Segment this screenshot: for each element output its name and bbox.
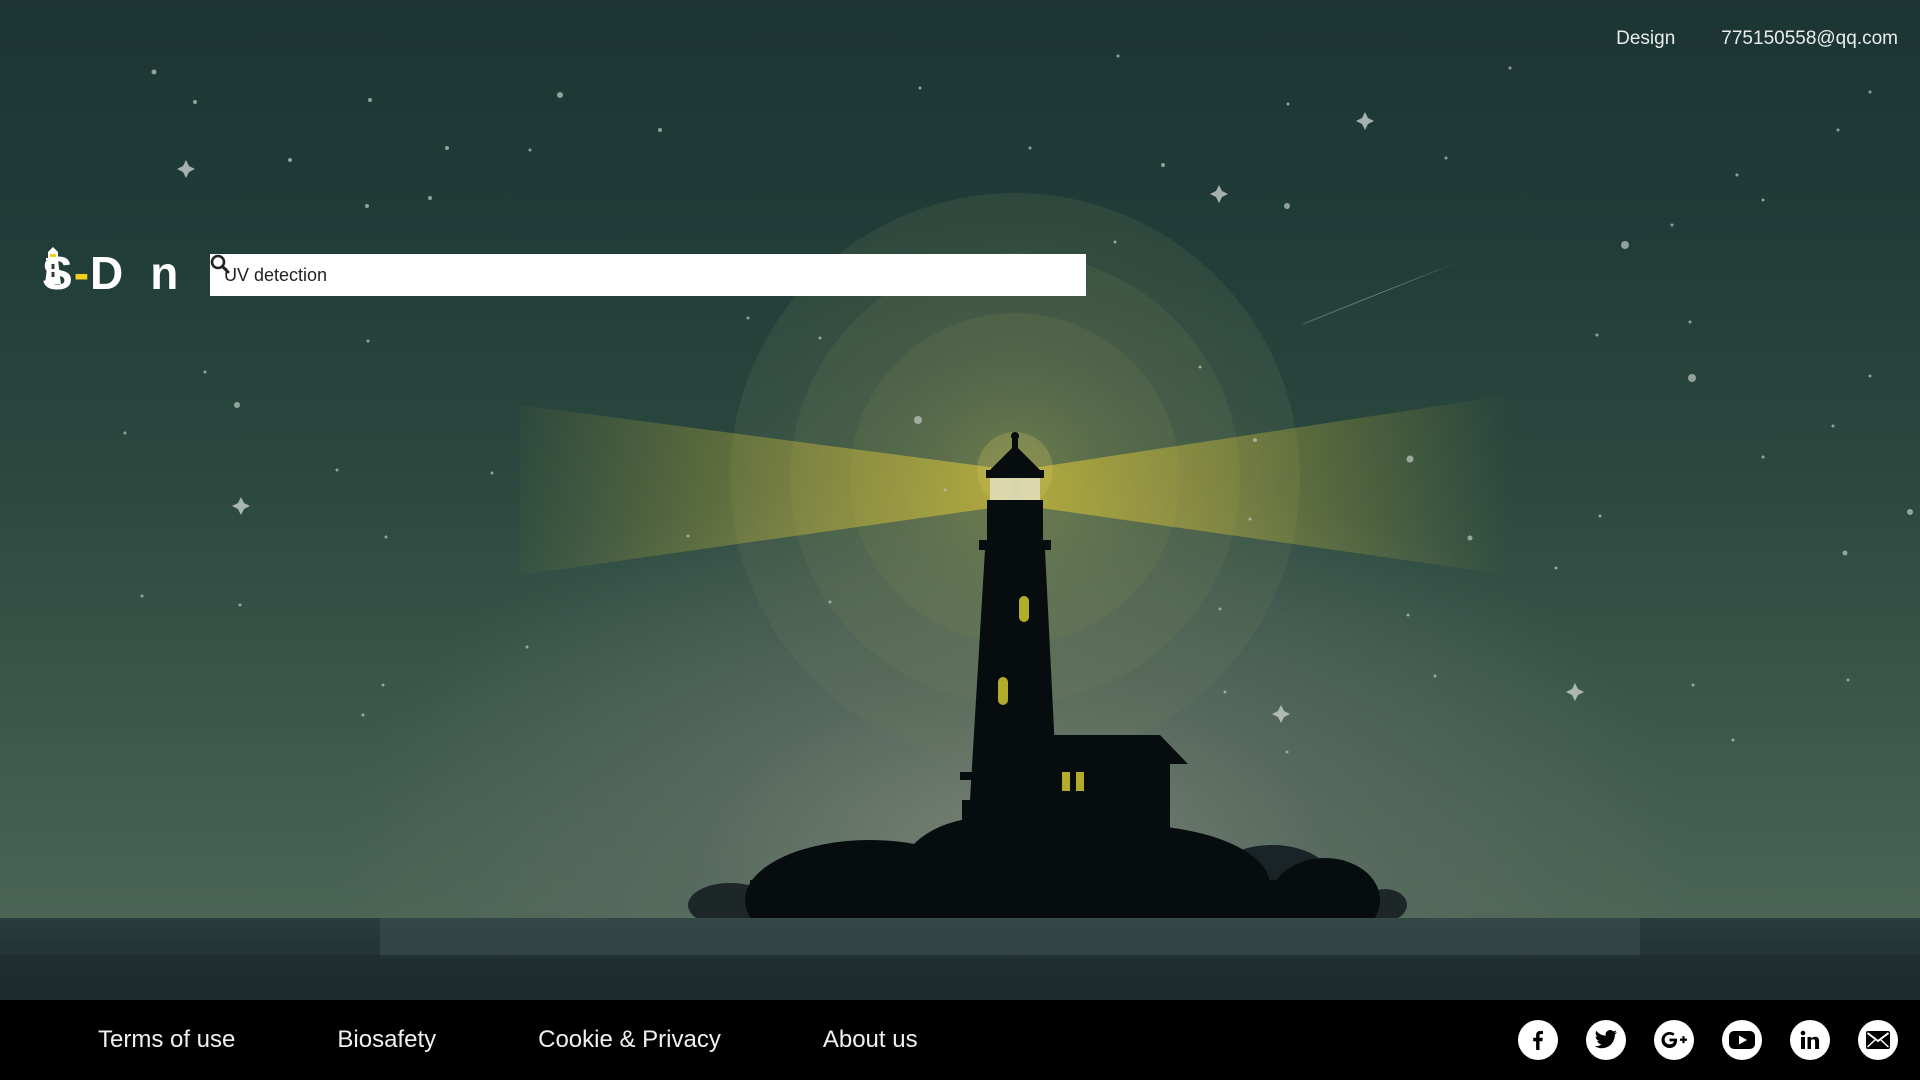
logo-letter-d: D <box>90 247 125 299</box>
youtube-icon[interactable] <box>1722 1020 1762 1060</box>
footer-about-link[interactable]: About us <box>823 1026 918 1054</box>
search-bar <box>210 254 1086 296</box>
twitter-icon[interactable] <box>1586 1020 1626 1060</box>
google-plus-icon[interactable] <box>1654 1020 1694 1060</box>
facebook-icon[interactable] <box>1518 1020 1558 1060</box>
logo-letter-n: n <box>150 247 180 299</box>
hero-background: Design 775150558@qq.com S - D n <box>0 0 1920 1000</box>
page: Design 775150558@qq.com S - D n <box>0 0 1920 1080</box>
search-button[interactable] <box>210 254 1086 295</box>
nav-email-link[interactable]: 775150558@qq.com <box>1721 28 1898 50</box>
linkedin-icon[interactable] <box>1790 1020 1830 1060</box>
nav-design-link[interactable]: Design <box>1616 28 1675 50</box>
site-logo[interactable]: S - D n <box>42 246 179 300</box>
footer: Terms of use Biosafety Cookie & Privacy … <box>0 1000 1920 1080</box>
logo-dash: - <box>73 247 91 299</box>
footer-terms-link[interactable]: Terms of use <box>98 1026 235 1054</box>
logo-lighthouse-icon <box>45 247 148 293</box>
footer-links: Terms of use Biosafety Cookie & Privacy … <box>98 1000 1020 1080</box>
search-icon <box>210 254 230 274</box>
lighthouse-scene <box>0 54 1920 1000</box>
footer-cookie-privacy-link[interactable]: Cookie & Privacy <box>538 1026 721 1054</box>
top-nav: Design 775150558@qq.com <box>1616 28 1898 50</box>
email-icon[interactable] <box>1858 1020 1898 1060</box>
search-input[interactable] <box>210 255 1042 295</box>
social-links <box>1518 1020 1898 1060</box>
footer-biosafety-link[interactable]: Biosafety <box>337 1026 436 1054</box>
